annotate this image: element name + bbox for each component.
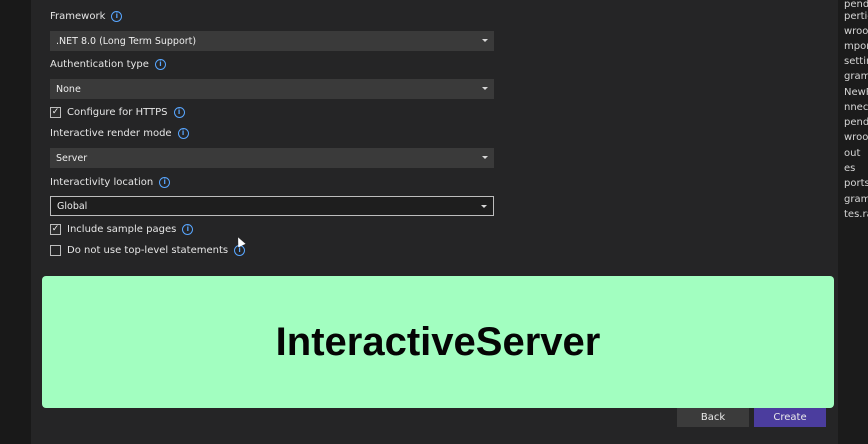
render-mode-value: Server bbox=[56, 152, 88, 164]
top-level-checkbox-row[interactable]: Do not use top-level statements i bbox=[50, 245, 246, 256]
explorer-item[interactable]: wroot bbox=[844, 131, 868, 145]
auth-dropdown[interactable]: None bbox=[50, 79, 494, 99]
info-icon[interactable]: i bbox=[182, 224, 194, 235]
https-label: Configure for HTTPS bbox=[67, 107, 168, 118]
explorer-item[interactable]: pertie bbox=[844, 10, 868, 24]
create-button[interactable]: Create bbox=[754, 408, 826, 427]
left-background-strip bbox=[0, 0, 31, 444]
https-checkbox[interactable]: ✓ bbox=[50, 107, 61, 118]
explorer-item[interactable]: NewFe bbox=[844, 86, 868, 100]
sample-pages-label: Include sample pages bbox=[67, 224, 177, 235]
auth-value: None bbox=[56, 83, 81, 95]
chevron-down-icon bbox=[482, 39, 488, 42]
highlight-overlay-banner: InteractiveServer bbox=[42, 276, 834, 408]
framework-dropdown[interactable]: .NET 8.0 (Long Term Support) bbox=[50, 31, 494, 51]
info-icon[interactable]: i bbox=[159, 177, 171, 188]
explorer-item[interactable]: mpone bbox=[844, 40, 868, 54]
top-level-label: Do not use top-level statements bbox=[67, 245, 229, 256]
sample-pages-checkbox[interactable]: ✓ bbox=[50, 224, 61, 235]
auth-label-row: Authentication type i bbox=[50, 59, 166, 70]
render-mode-label: Interactive render mode bbox=[50, 128, 172, 139]
info-icon[interactable]: i bbox=[111, 11, 123, 22]
info-icon[interactable]: i bbox=[173, 107, 185, 118]
explorer-item[interactable]: pende bbox=[844, 116, 868, 130]
explorer-item[interactable]: nnecte bbox=[844, 101, 868, 115]
top-level-checkbox[interactable] bbox=[50, 245, 61, 256]
explorer-item[interactable]: gram. bbox=[844, 70, 868, 84]
interactivity-location-value: Global bbox=[57, 200, 88, 212]
render-mode-label-row: Interactive render mode i bbox=[50, 128, 189, 139]
overlay-text: InteractiveServer bbox=[275, 319, 601, 364]
auth-label: Authentication type bbox=[50, 59, 149, 70]
chevron-down-icon bbox=[482, 87, 488, 90]
explorer-item[interactable]: ports. bbox=[844, 177, 868, 191]
solution-explorer-fragment: pende pertie wroot mpone settin gram. Ne… bbox=[838, 0, 868, 444]
info-icon[interactable]: i bbox=[177, 128, 189, 139]
explorer-item[interactable]: settin bbox=[844, 55, 868, 69]
back-button[interactable]: Back bbox=[677, 408, 749, 427]
explorer-item[interactable]: gram. bbox=[844, 193, 868, 207]
https-checkbox-row[interactable]: ✓ Configure for HTTPS i bbox=[50, 107, 185, 118]
render-mode-dropdown[interactable]: Server bbox=[50, 148, 494, 168]
framework-value: .NET 8.0 (Long Term Support) bbox=[56, 35, 197, 47]
chevron-down-icon bbox=[482, 156, 488, 159]
explorer-item[interactable]: wroot bbox=[844, 25, 868, 39]
explorer-item[interactable]: out bbox=[844, 147, 860, 161]
info-icon[interactable]: i bbox=[154, 59, 166, 70]
explorer-item[interactable]: tes.ra bbox=[844, 208, 868, 222]
interactivity-location-dropdown[interactable]: Global bbox=[50, 196, 494, 216]
chevron-down-icon bbox=[481, 205, 487, 208]
interactivity-location-label: Interactivity location bbox=[50, 177, 154, 188]
explorer-item[interactable]: es bbox=[844, 162, 855, 176]
framework-label: Framework bbox=[50, 11, 106, 22]
interactivity-location-label-row: Interactivity location i bbox=[50, 177, 171, 188]
framework-label-row: Framework i bbox=[50, 11, 123, 22]
sample-pages-checkbox-row[interactable]: ✓ Include sample pages i bbox=[50, 224, 194, 235]
